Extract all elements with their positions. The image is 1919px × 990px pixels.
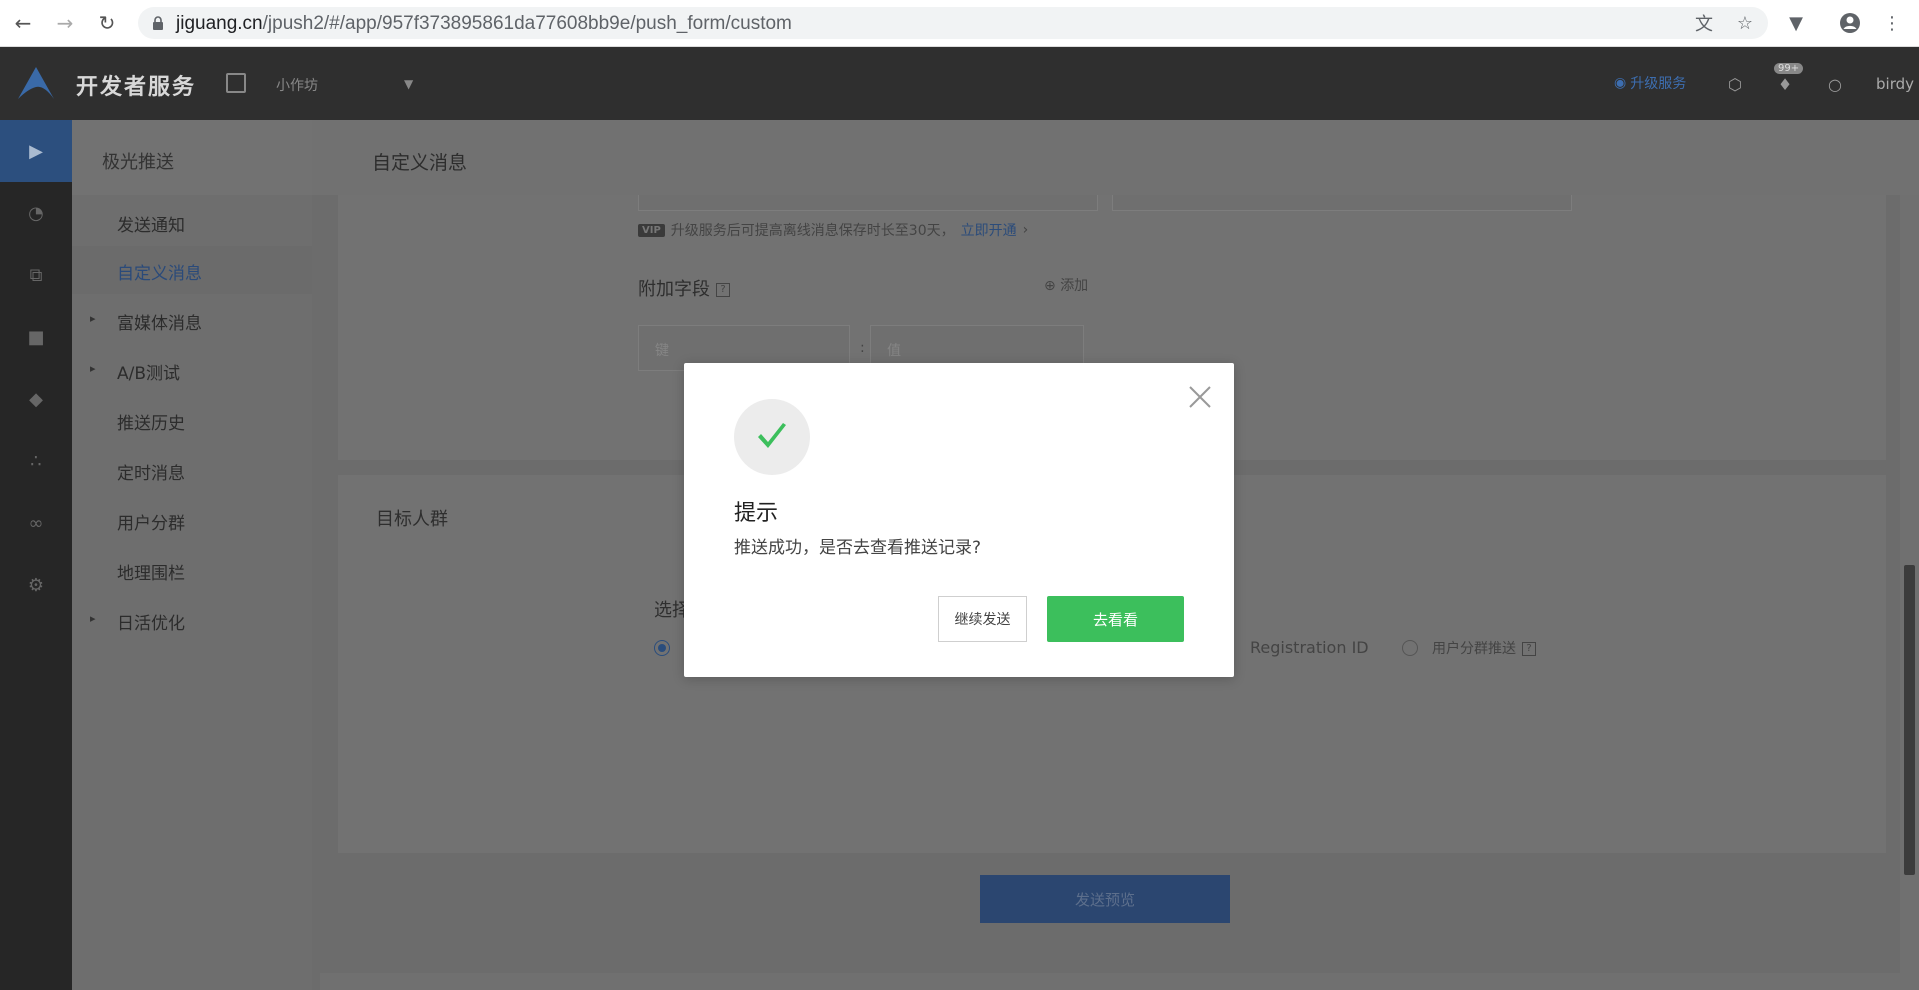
continue-sending-button[interactable]: 继续发送 bbox=[938, 596, 1027, 642]
option-registration-id[interactable]: Registration ID bbox=[1250, 638, 1369, 657]
vertical-scrollbar[interactable] bbox=[1900, 195, 1919, 990]
vip-link[interactable]: 立即开通 bbox=[961, 220, 1017, 240]
link-icon[interactable]: ∞ bbox=[0, 492, 72, 554]
lock-icon bbox=[153, 16, 163, 30]
plus-circle-icon: ⊕ bbox=[1044, 278, 1056, 294]
settings-icon[interactable]: ⚙ bbox=[0, 554, 72, 616]
sidebar-item-custom-message[interactable]: 自定义消息 bbox=[72, 246, 312, 294]
cube-icon[interactable]: ⬡ bbox=[1724, 73, 1746, 95]
back-icon[interactable]: ← bbox=[10, 10, 36, 36]
chat-icon[interactable]: ■ bbox=[0, 306, 72, 368]
cluster-icon[interactable]: ∴ bbox=[0, 430, 72, 492]
target-section-title: 目标人群 bbox=[376, 509, 448, 530]
help-icon[interactable]: ? bbox=[716, 283, 730, 297]
chevron-down-icon[interactable]: ▼ bbox=[404, 77, 413, 91]
address-bar[interactable]: jiguang.cn/jpush2/#/app/957f373895861da7… bbox=[138, 7, 1768, 39]
shield-icon[interactable]: ◆ bbox=[0, 368, 72, 430]
forward-icon[interactable]: → bbox=[52, 10, 78, 36]
app-selector[interactable]: 小作坊 bbox=[276, 75, 318, 95]
app-header: 开发者服务 小作坊 ▼ ◉ 升级服务 ⬡ ♦ 99+ ○ birdy bbox=[0, 47, 1919, 120]
sidebar-item-scheduled[interactable]: 定时消息 bbox=[72, 446, 312, 494]
dialog-title: 提示 bbox=[734, 501, 779, 526]
dialog-message: 推送成功，是否去查看推送记录? bbox=[734, 538, 982, 558]
sidebar-item-send-notification[interactable]: 发送通知 bbox=[72, 198, 312, 246]
page-header: 自定义消息 bbox=[312, 120, 1919, 195]
success-icon-circle bbox=[734, 399, 810, 475]
view-records-button[interactable]: 去看看 bbox=[1047, 596, 1184, 642]
chevron-right-icon: ▸ bbox=[90, 312, 96, 325]
sub-sidebar-header: 极光推送 bbox=[72, 120, 312, 195]
brand-title: 开发者服务 bbox=[76, 75, 197, 100]
vip-text: 升级服务后可提高离线消息保存时长至30天， bbox=[670, 223, 955, 239]
checkmark-icon bbox=[758, 423, 786, 448]
page-title: 自定义消息 bbox=[372, 152, 468, 174]
browser-toolbar: ← → ↻ jiguang.cn/jpush2/#/app/957f373895… bbox=[0, 0, 1919, 47]
vip-tag: VIP bbox=[638, 223, 665, 237]
sidebar-item-geofence[interactable]: 地理围栏 bbox=[72, 546, 312, 594]
bell-icon[interactable]: ♦ bbox=[1774, 73, 1796, 95]
stats-icon[interactable]: ◔ bbox=[0, 182, 72, 244]
chevron-right-icon: ▸ bbox=[90, 362, 96, 375]
radio-segment[interactable] bbox=[1402, 640, 1418, 656]
star-icon[interactable]: ☆ bbox=[1733, 11, 1757, 35]
extension-icon[interactable]: ▼ bbox=[1784, 11, 1808, 35]
sidebar-item-rich-media[interactable]: ▸ 富媒体消息 bbox=[72, 296, 312, 344]
account-icon[interactable] bbox=[1838, 11, 1862, 35]
logo-icon bbox=[18, 67, 54, 99]
translate-icon[interactable]: 文 bbox=[1692, 11, 1716, 35]
add-field-button[interactable]: ⊕ 添加 bbox=[1044, 275, 1088, 295]
notification-badge: 99+ bbox=[1774, 63, 1804, 74]
send-preview-button[interactable]: 发送预览 bbox=[980, 875, 1230, 923]
radio-broadcast[interactable] bbox=[654, 640, 670, 656]
sidebar-item-push-history[interactable]: 推送历史 bbox=[72, 396, 312, 444]
copy-icon[interactable]: ⧉ bbox=[0, 244, 72, 306]
success-dialog: 提示 推送成功，是否去查看推送记录? 继续发送 去看看 bbox=[684, 363, 1234, 677]
icon-rail: ▶ ◔ ⧉ ■ ◆ ∴ ∞ ⚙ bbox=[0, 120, 72, 990]
eye-icon: ◉ bbox=[1614, 75, 1627, 91]
url-text: jiguang.cn/jpush2/#/app/957f373895861da7… bbox=[176, 13, 792, 34]
upgrade-link[interactable]: ◉ 升级服务 bbox=[1614, 73, 1686, 93]
document-icon[interactable] bbox=[226, 73, 246, 93]
text-input-fragment[interactable] bbox=[638, 195, 1098, 211]
sidebar-item-ab-test[interactable]: ▸ A/B测试 bbox=[72, 346, 312, 394]
option-segment-push[interactable]: 用户分群推送? bbox=[1432, 638, 1536, 658]
sidebar-item-user-segment[interactable]: 用户分群 bbox=[72, 496, 312, 544]
reload-icon[interactable]: ↻ bbox=[94, 10, 120, 36]
scrollbar-thumb[interactable] bbox=[1904, 565, 1915, 875]
menu-icon[interactable]: ⋮ bbox=[1880, 11, 1904, 35]
kv-separator: : bbox=[860, 340, 865, 356]
sidebar-item-dau-optimize[interactable]: ▸ 日活优化 bbox=[72, 596, 312, 644]
extra-fields-label: 附加字段? bbox=[638, 275, 730, 301]
help-icon: ? bbox=[1522, 642, 1536, 656]
chevron-right-icon: › bbox=[1022, 222, 1029, 238]
push-icon[interactable]: ▶ bbox=[0, 120, 72, 182]
sub-sidebar-title: 极光推送 bbox=[102, 152, 174, 173]
horizontal-scrollbar[interactable] bbox=[320, 973, 1900, 990]
chevron-right-icon: ▸ bbox=[90, 612, 96, 625]
message-icon[interactable]: ○ bbox=[1824, 73, 1846, 95]
vip-notice: VIP 升级服务后可提高离线消息保存时长至30天， 立即开通 › bbox=[638, 220, 1028, 240]
username[interactable]: birdy bbox=[1876, 75, 1914, 93]
text-input-fragment[interactable] bbox=[1112, 195, 1572, 211]
close-icon[interactable] bbox=[1186, 383, 1214, 411]
sub-sidebar: 极光推送 发送通知 自定义消息 ▸ 富媒体消息 ▸ A/B测试 推送历史 定时消息 … bbox=[72, 120, 312, 990]
